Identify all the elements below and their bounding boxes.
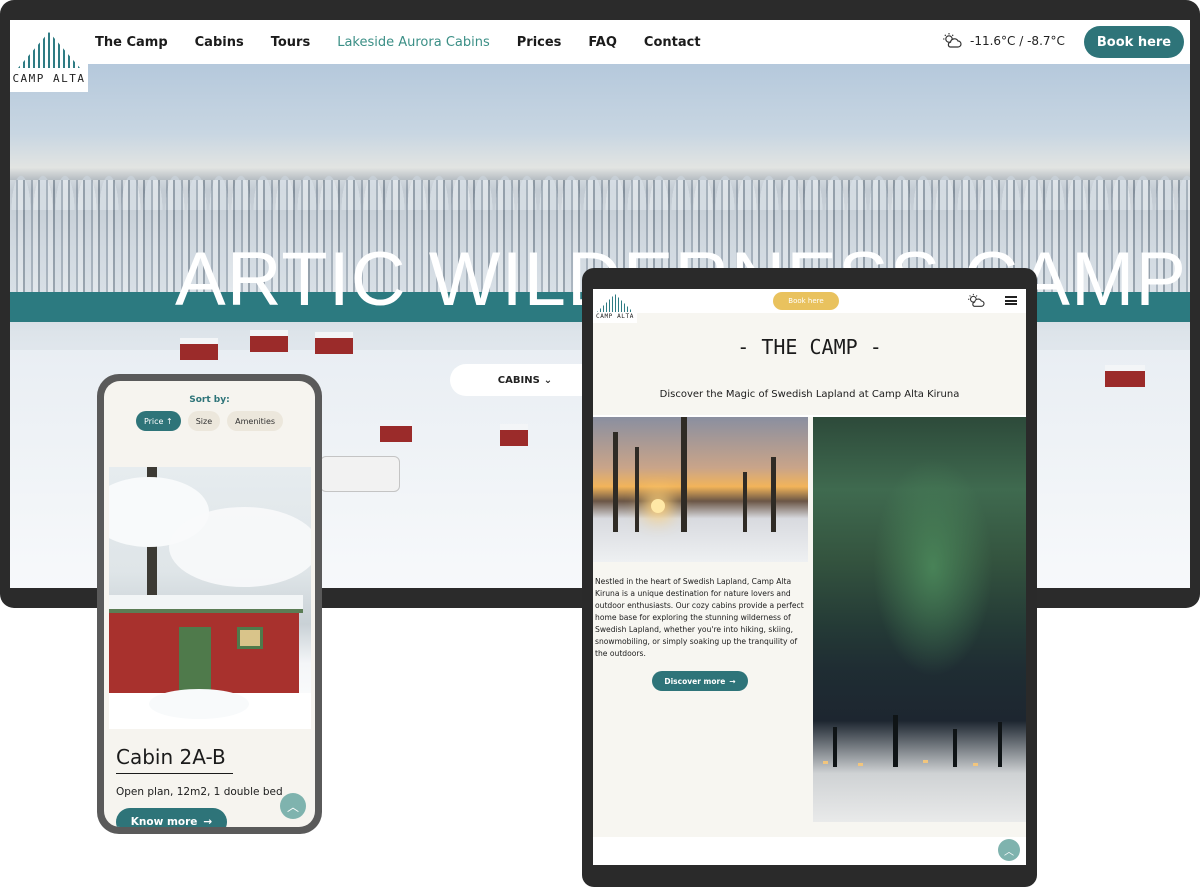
cabin-window bbox=[237, 627, 263, 649]
top-navigation: The Camp Cabins Tours Lakeside Aurora Ca… bbox=[10, 20, 1190, 64]
section-subtitle: Discover the Magic of Swedish Lapland at… bbox=[659, 389, 960, 400]
cabin-image bbox=[180, 338, 218, 360]
tablet-device: Book here CAMP ALTA - THE CAMP - Discove… bbox=[582, 268, 1037, 887]
cloud-sun-icon bbox=[968, 293, 985, 307]
sun bbox=[651, 499, 665, 513]
temperature-readout: -11.6°C / -8.7°C bbox=[970, 34, 1065, 48]
book-here-button[interactable]: Book here bbox=[1084, 26, 1184, 58]
sort-chip-amenities[interactable]: Amenities bbox=[227, 411, 284, 431]
camp-alta-logo[interactable]: CAMP ALTA bbox=[10, 20, 88, 92]
cabin-name: Cabin 2A-B bbox=[116, 745, 226, 769]
tree bbox=[893, 715, 898, 767]
nav-links: The Camp Cabins Tours Lakeside Aurora Ca… bbox=[95, 20, 701, 64]
nav-item-faq[interactable]: FAQ bbox=[588, 35, 617, 50]
scroll-to-top-button[interactable]: ︿ bbox=[280, 793, 306, 819]
cabin-roof bbox=[109, 595, 303, 613]
logo-mark bbox=[18, 32, 80, 68]
cabin-image bbox=[500, 424, 528, 446]
know-more-button[interactable]: Know more → bbox=[116, 808, 227, 827]
chevron-up-icon: ︿ bbox=[286, 799, 299, 814]
cabin-door bbox=[179, 627, 211, 697]
discover-more-label: Discover more bbox=[664, 676, 726, 686]
sunset-forest-photo bbox=[593, 417, 808, 562]
mockup-stage: ARTIC WILDERNESS CAMP CABINS ⌄ The Camp … bbox=[0, 0, 1200, 887]
nav-item-contact[interactable]: Contact bbox=[644, 35, 701, 50]
sort-options: Price ↑ Size Amenities bbox=[104, 411, 315, 431]
tree bbox=[833, 727, 837, 767]
aurora-photo bbox=[813, 417, 1026, 822]
section-title: - THE CAMP - bbox=[737, 335, 882, 359]
phone-screen: Sort by: Price ↑ Size Amenities Cabin 2A… bbox=[104, 381, 315, 827]
arrow-right-icon: → bbox=[729, 676, 736, 686]
nav-item-prices[interactable]: Prices bbox=[517, 35, 562, 50]
nav-item-cabins[interactable]: Cabins bbox=[195, 35, 244, 50]
caravan-image bbox=[320, 456, 400, 492]
cabin-image bbox=[315, 332, 353, 354]
arrow-right-icon: → bbox=[203, 816, 213, 827]
book-here-button[interactable]: Book here bbox=[773, 292, 839, 310]
sort-chip-price[interactable]: Price ↑ bbox=[135, 411, 181, 431]
snow-branch bbox=[169, 507, 311, 587]
weather-widget: -11.6°C / -8.7°C bbox=[942, 32, 1065, 50]
cloud-sun-icon bbox=[943, 33, 962, 48]
cabin-description: Open plan, 12m2, 1 double bed bbox=[116, 786, 283, 798]
cabin-light bbox=[973, 763, 978, 766]
nav-item-tours[interactable]: Tours bbox=[271, 35, 310, 50]
tree bbox=[635, 447, 639, 532]
logo-text: CAMP ALTA bbox=[596, 313, 634, 320]
cabin-light bbox=[858, 763, 863, 766]
cabin-image bbox=[250, 330, 288, 352]
sort-chip-size[interactable]: Size bbox=[187, 411, 221, 431]
cabin-photo bbox=[109, 467, 311, 729]
next-section bbox=[593, 837, 1026, 865]
chevron-up-icon: ︿ bbox=[1004, 846, 1014, 858]
tablet-navigation: Book here bbox=[593, 289, 1026, 313]
cabin-light bbox=[923, 760, 928, 763]
divider bbox=[116, 773, 233, 774]
tree bbox=[743, 472, 747, 532]
discover-more-button[interactable]: Discover more → bbox=[652, 671, 748, 691]
cabin-image bbox=[1105, 365, 1145, 387]
cabin-image bbox=[380, 420, 412, 442]
nav-item-lakeside-aurora-cabins[interactable]: Lakeside Aurora Cabins bbox=[337, 35, 490, 50]
tree bbox=[953, 729, 957, 767]
scroll-to-top-button[interactable]: ︿ bbox=[998, 839, 1020, 861]
hamburger-menu-icon[interactable] bbox=[1005, 296, 1017, 305]
cabins-dropdown-label: CABINS bbox=[497, 374, 540, 386]
logo-text: CAMP ALTA bbox=[12, 72, 86, 85]
tree bbox=[681, 417, 687, 532]
nav-item-the-camp[interactable]: The Camp bbox=[95, 35, 168, 50]
chevron-down-icon: ⌄ bbox=[543, 374, 553, 386]
tree bbox=[771, 457, 776, 532]
tree bbox=[613, 432, 618, 532]
snow-drift bbox=[149, 689, 249, 719]
know-more-label: Know more bbox=[130, 816, 198, 827]
cabin-light bbox=[823, 761, 828, 764]
phone-device: Sort by: Price ↑ Size Amenities Cabin 2A… bbox=[97, 374, 322, 834]
cabins-dropdown[interactable]: CABINS ⌄ bbox=[450, 364, 600, 396]
tablet-screen: Book here CAMP ALTA - THE CAMP - Discove… bbox=[593, 289, 1026, 865]
camp-description: Nestled in the heart of Swedish Lapland,… bbox=[595, 577, 804, 658]
tree bbox=[998, 722, 1002, 767]
logo-mark bbox=[597, 294, 633, 312]
sort-label: Sort by: bbox=[189, 395, 230, 405]
aurora-glow bbox=[873, 457, 993, 677]
camp-alta-logo[interactable]: CAMP ALTA bbox=[593, 289, 637, 323]
